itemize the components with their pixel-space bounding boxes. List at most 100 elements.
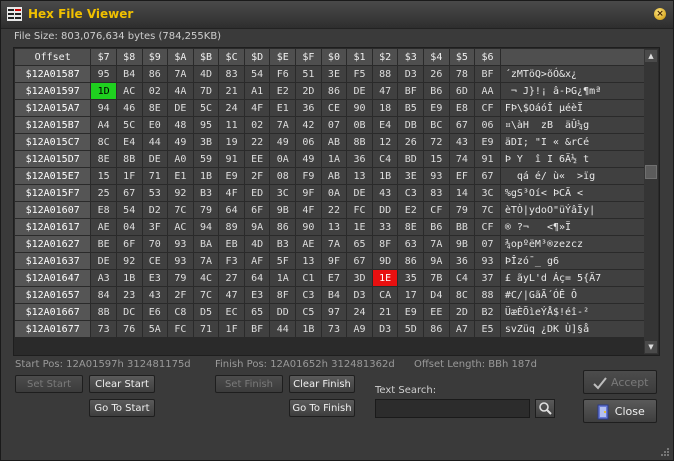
hex-byte-cell[interactable]: 13 (296, 253, 321, 269)
hex-byte-cell[interactable]: A9 (347, 321, 372, 337)
hex-byte-cell[interactable]: F9 (296, 168, 321, 184)
hex-byte-cell[interactable]: 8C (449, 287, 475, 303)
hex-byte-cell[interactable]: 67 (116, 185, 142, 201)
hex-byte-cell[interactable]: 8F (270, 287, 296, 303)
hex-byte-cell[interactable]: 3E (321, 66, 347, 82)
resize-grip-icon[interactable] (660, 447, 670, 457)
hex-byte-cell[interactable]: 36 (296, 100, 321, 116)
hex-byte-cell[interactable]: 11 (219, 117, 244, 133)
hex-byte-cell[interactable]: CE (321, 100, 347, 116)
hex-byte-cell[interactable]: AB (321, 168, 347, 184)
hex-byte-cell[interactable]: AA (475, 83, 500, 99)
scrollbar-thumb[interactable] (645, 165, 657, 179)
hex-byte-cell[interactable]: 35 (398, 270, 424, 286)
go-to-finish-button[interactable]: Go To Finish (289, 399, 355, 417)
hex-byte-cell[interactable]: E2 (398, 202, 424, 218)
hex-byte-cell[interactable]: CE (142, 253, 168, 269)
hex-byte-cell[interactable]: D2 (142, 202, 168, 218)
hex-byte-cell[interactable]: 7A (424, 236, 449, 252)
ascii-cell[interactable]: ¤\àH zB äÛ¼g (500, 117, 658, 133)
hex-byte-cell[interactable]: 4D (193, 66, 219, 82)
hex-byte-cell[interactable]: 19 (219, 134, 244, 150)
hex-byte-cell[interactable]: E0 (142, 117, 168, 133)
hex-byte-cell[interactable]: D3 (347, 287, 372, 303)
hex-byte-cell[interactable]: 91 (475, 151, 500, 167)
hex-byte-cell[interactable]: 24 (347, 304, 372, 320)
hex-byte-cell[interactable]: 63 (398, 236, 424, 252)
hex-byte-cell[interactable]: AE (91, 219, 116, 235)
hex-byte-cell[interactable]: E3 (244, 287, 270, 303)
hex-byte-cell[interactable]: 7A (321, 236, 347, 252)
hex-byte-cell[interactable]: BF (244, 321, 270, 337)
hex-table[interactable]: Offset $7 $8 $9 $A $B $C $D $E $F $0 $1 $2 $3 $4 $5 $6 … (14, 48, 659, 338)
hex-grid[interactable]: Offset $7 $8 $9 $A $B $C $D $E $F $0 $1 $2 $3 $4 $5 $6 … (13, 47, 660, 356)
hex-byte-cell[interactable]: DE (347, 83, 372, 99)
hex-byte-cell[interactable]: EE (244, 151, 270, 167)
hex-byte-cell[interactable]: 13 (347, 168, 372, 184)
hex-byte-cell[interactable]: 49 (270, 134, 296, 150)
ascii-cell[interactable]: ¾opºëM³®zezcz (500, 236, 658, 252)
hex-byte-cell[interactable]: C4 (449, 270, 475, 286)
hex-byte-cell[interactable]: C3 (398, 185, 424, 201)
hex-byte-cell[interactable]: 86 (270, 219, 296, 235)
hex-byte-cell[interactable]: D4 (424, 287, 449, 303)
hex-byte-cell[interactable]: 9A (424, 253, 449, 269)
hex-byte-cell[interactable]: C3 (296, 287, 321, 303)
hex-byte-cell[interactable]: 59 (193, 151, 219, 167)
hex-byte-cell[interactable]: 95 (193, 117, 219, 133)
hex-byte-cell[interactable]: E9 (398, 304, 424, 320)
hex-byte-cell[interactable]: B3 (193, 185, 219, 201)
hex-byte-cell[interactable]: CF (475, 219, 500, 235)
hex-byte-cell[interactable]: 88 (475, 287, 500, 303)
hex-byte-cell[interactable]: 43 (449, 134, 475, 150)
hex-byte-cell[interactable]: 84 (91, 287, 116, 303)
hex-byte-cell[interactable]: 3C (475, 185, 500, 201)
hex-byte-cell[interactable]: 1E (347, 219, 372, 235)
hex-byte-cell[interactable]: E7 (321, 270, 347, 286)
hex-byte-cell[interactable]: E9 (424, 100, 449, 116)
hex-byte-cell[interactable]: 7B (424, 270, 449, 286)
clear-finish-button[interactable]: Clear Finish (289, 375, 355, 393)
hex-byte-cell[interactable]: 97 (321, 304, 347, 320)
hex-byte-cell[interactable]: 94 (193, 219, 219, 235)
hex-byte-cell[interactable]: F5 (347, 66, 372, 82)
hex-byte-cell[interactable]: 7A (193, 253, 219, 269)
hex-byte-cell[interactable]: 21 (219, 83, 244, 99)
close-icon[interactable]: × (654, 8, 666, 20)
hex-byte-cell[interactable]: 36 (449, 253, 475, 269)
hex-byte-cell[interactable]: 1D (91, 83, 116, 99)
hex-byte-cell[interactable]: 23 (116, 287, 142, 303)
hex-byte-cell[interactable]: 07 (475, 236, 500, 252)
scroll-up-arrow-icon[interactable]: ▲ (645, 50, 657, 62)
hex-byte-cell[interactable]: 5F (270, 253, 296, 269)
hex-byte-cell[interactable]: 22 (321, 202, 347, 218)
clear-start-button[interactable]: Clear Start (89, 375, 155, 393)
hex-byte-cell[interactable]: 93 (168, 253, 193, 269)
hex-byte-cell[interactable]: 7C (168, 202, 193, 218)
hex-byte-cell[interactable]: AC (116, 83, 142, 99)
hex-byte-cell[interactable]: 46 (116, 100, 142, 116)
hex-byte-cell[interactable]: 9D (372, 253, 398, 269)
hex-byte-cell[interactable]: D3 (398, 66, 424, 82)
hex-byte-cell[interactable]: 13 (321, 219, 347, 235)
hex-byte-cell[interactable]: 71 (142, 168, 168, 184)
hex-byte-cell[interactable]: 7D (193, 83, 219, 99)
hex-byte-cell[interactable]: 0A (321, 185, 347, 201)
hex-byte-cell[interactable]: 7A (270, 117, 296, 133)
hex-byte-cell[interactable]: 3F (142, 219, 168, 235)
hex-byte-cell[interactable]: 1E (372, 270, 398, 286)
hex-byte-cell[interactable]: E9 (219, 168, 244, 184)
hex-byte-cell[interactable]: B4 (321, 287, 347, 303)
hex-byte-cell[interactable]: 9F (321, 253, 347, 269)
hex-byte-cell[interactable]: EC (219, 304, 244, 320)
hex-byte-cell[interactable]: D3 (372, 321, 398, 337)
ascii-cell[interactable]: ÞÎzó¯_ g6 (500, 253, 658, 269)
ascii-cell[interactable]: ¬ J}!¡ â-ÞG¿¶mª (500, 83, 658, 99)
hex-byte-cell[interactable]: C1 (296, 270, 321, 286)
hex-byte-cell[interactable]: E5 (475, 321, 500, 337)
hex-byte-cell[interactable]: 5D (398, 321, 424, 337)
hex-byte-cell[interactable]: AF (244, 253, 270, 269)
hex-byte-cell[interactable]: A1 (244, 83, 270, 99)
hex-byte-cell[interactable]: 33 (372, 219, 398, 235)
hex-byte-cell[interactable]: 1B (296, 321, 321, 337)
